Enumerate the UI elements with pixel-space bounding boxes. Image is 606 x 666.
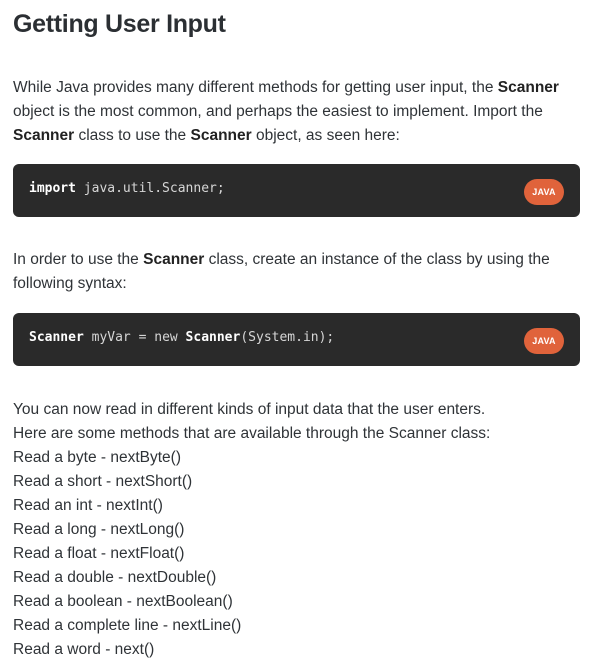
code-text: (System.in); [240, 330, 335, 345]
lesson-page: Getting User Input While Java provides m… [0, 0, 606, 666]
methods-intro-line: Here are some methods that are available… [13, 425, 491, 442]
instance-paragraph: In order to use the Scanner class, creat… [13, 248, 593, 296]
method-item: Read a word - next() [13, 641, 155, 658]
method-item: Read a double - nextDouble() [13, 569, 217, 586]
scanner-term: Scanner [143, 251, 205, 268]
method-item: Read a complete line - nextLine() [13, 617, 242, 634]
scanner-term: Scanner [497, 79, 559, 96]
code-text: java.util.Scanner; [75, 181, 225, 196]
intro-text: While Java provides many different metho… [13, 79, 498, 96]
language-badge: JAVA [524, 179, 564, 205]
instance-text: In order to use the [13, 251, 144, 268]
methods-intro-paragraph: You can now read in different kinds of i… [13, 398, 593, 446]
code-keyword: import [29, 181, 76, 196]
method-item: Read a float - nextFloat() [13, 545, 185, 562]
method-item: Read an int - nextInt() [13, 497, 163, 514]
method-item: Read a short - nextShort() [13, 473, 193, 490]
language-badge: JAVA [524, 328, 564, 354]
scanner-term: Scanner [13, 127, 75, 144]
scanner-term: Scanner [190, 127, 252, 144]
code-line: Scanner myVar = new Scanner(System.in); [29, 330, 334, 345]
methods-list: Read a byte - nextByte() Read a short - … [13, 446, 241, 662]
methods-intro-line: You can now read in different kinds of i… [13, 401, 486, 418]
code-keyword: Scanner [185, 330, 241, 345]
code-block-instance[interactable]: Scanner myVar = new Scanner(System.in); … [13, 313, 580, 366]
code-text: myVar = new [83, 330, 186, 345]
code-block-import[interactable]: import java.util.Scanner; JAVA [13, 164, 580, 217]
intro-paragraph: While Java provides many different metho… [13, 76, 593, 148]
method-item: Read a boolean - nextBoolean() [13, 593, 233, 610]
method-item: Read a long - nextLong() [13, 521, 185, 538]
intro-text: class to use the [74, 127, 191, 144]
method-item: Read a byte - nextByte() [13, 449, 181, 466]
intro-text: object is the most common, and perhaps t… [13, 103, 543, 120]
code-keyword: Scanner [29, 330, 84, 345]
code-line: import java.util.Scanner; [29, 181, 225, 196]
intro-text: object, as seen here: [251, 127, 400, 144]
page-title: Getting User Input [13, 10, 226, 38]
